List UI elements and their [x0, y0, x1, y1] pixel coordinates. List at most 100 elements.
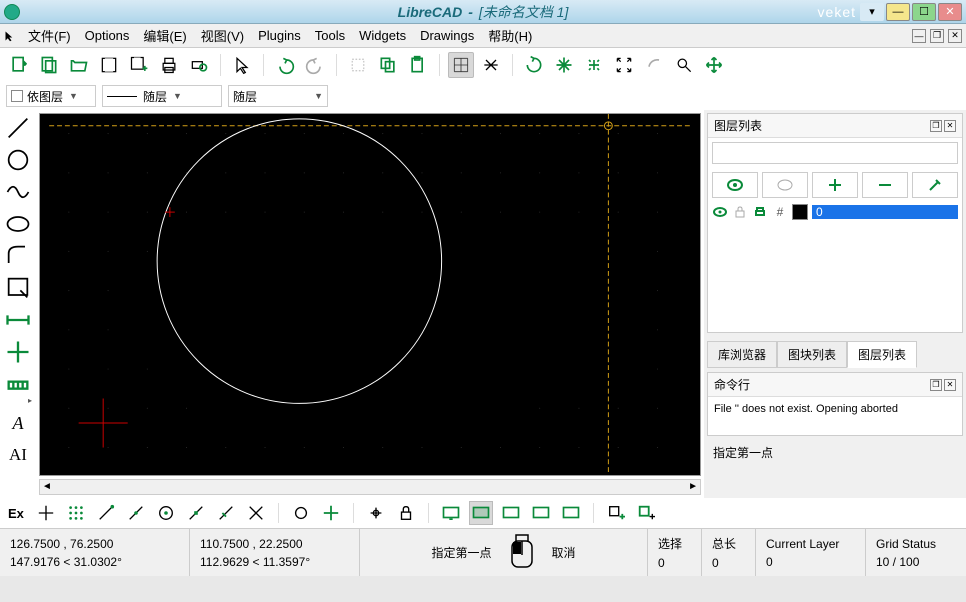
grid-label: Grid Status: [876, 537, 956, 551]
color-selector[interactable]: 依图层▼: [6, 85, 96, 107]
select-window-tool[interactable]: [4, 274, 32, 302]
print-preview-button[interactable]: [186, 52, 212, 78]
layer-name[interactable]: 0: [812, 205, 958, 219]
panel-undock-button[interactable]: ❐: [930, 120, 942, 132]
copy-button[interactable]: [375, 52, 401, 78]
menu-help[interactable]: 帮助(H): [482, 24, 538, 47]
screen4-button[interactable]: [529, 501, 553, 525]
open-file-button[interactable]: [66, 52, 92, 78]
measure-tool[interactable]: [4, 370, 32, 398]
cmd-close-button[interactable]: ✕: [944, 379, 956, 391]
panel-close-button[interactable]: ✕: [944, 120, 956, 132]
window-close-button[interactable]: ✕: [938, 3, 962, 21]
layer-color-swatch[interactable]: [792, 204, 808, 220]
layer-hide-all-button[interactable]: [762, 172, 808, 198]
mdi-close-button[interactable]: ✕: [948, 29, 962, 43]
draft-mode-button[interactable]: [478, 52, 504, 78]
menu-drawings[interactable]: Drawings: [414, 26, 480, 45]
zoom-redraw-button[interactable]: [521, 52, 547, 78]
layer-construct-icon[interactable]: #: [772, 204, 788, 220]
dimension-tool[interactable]: [4, 306, 32, 334]
window-minimize-button[interactable]: —: [886, 3, 910, 21]
relative-zero-button[interactable]: [364, 501, 388, 525]
layer-add-button[interactable]: [812, 172, 858, 198]
modify-tool[interactable]: [4, 338, 32, 366]
screen3-button[interactable]: [499, 501, 523, 525]
zoom-pan-button[interactable]: [701, 52, 727, 78]
layer-show-all-button[interactable]: [712, 172, 758, 198]
grid-toggle-button[interactable]: [448, 52, 474, 78]
status-cancel: 取消: [552, 544, 576, 561]
polyline-tool[interactable]: [4, 242, 32, 270]
snap-intersection-button[interactable]: [244, 501, 268, 525]
snap-distance-button[interactable]: [214, 501, 238, 525]
screen2-button[interactable]: [469, 501, 493, 525]
menu-view[interactable]: 视图(V): [195, 24, 250, 47]
screen1-button[interactable]: [439, 501, 463, 525]
restrict-ortho-button[interactable]: [319, 501, 343, 525]
horizontal-scrollbar[interactable]: [39, 479, 701, 495]
text-tool[interactable]: AI: [4, 441, 32, 469]
layer-print-icon[interactable]: [752, 204, 768, 220]
save-button[interactable]: [96, 52, 122, 78]
screen5-button[interactable]: [559, 501, 583, 525]
restrict-nothing-button[interactable]: [289, 501, 313, 525]
zoom-auto-button[interactable]: [611, 52, 637, 78]
mdi-minimize-button[interactable]: —: [912, 29, 926, 43]
zoom-in-button[interactable]: [551, 52, 577, 78]
tab-library[interactable]: 库浏览器: [707, 341, 777, 368]
linetype-selector[interactable]: 随层▼: [102, 85, 222, 107]
tab-blocks[interactable]: 图块列表: [777, 341, 847, 368]
window-dropdown-button[interactable]: ▾: [860, 3, 884, 21]
snap-middle-button[interactable]: [184, 501, 208, 525]
ex-label[interactable]: Ex: [8, 506, 24, 521]
snap-on-entity-button[interactable]: [124, 501, 148, 525]
layer-row-0[interactable]: # 0: [708, 202, 962, 222]
redo-button[interactable]: [302, 52, 328, 78]
menu-file[interactable]: 文件(F): [22, 24, 77, 47]
add-block-button[interactable]: [604, 501, 628, 525]
canvas-area: [36, 110, 704, 498]
window-maximize-button[interactable]: ☐: [912, 3, 936, 21]
zoom-window-button[interactable]: [671, 52, 697, 78]
layer-remove-button[interactable]: [862, 172, 908, 198]
tab-layers[interactable]: 图层列表: [847, 341, 917, 368]
lineweight-selector[interactable]: 随层▼: [228, 85, 328, 107]
menu-widgets[interactable]: Widgets: [353, 26, 412, 45]
zoom-prev-button[interactable]: [641, 52, 667, 78]
menu-tools[interactable]: Tools: [309, 26, 351, 45]
main-toolbar: [0, 48, 966, 82]
menu-edit[interactable]: 编辑(E): [137, 24, 192, 47]
paste-button[interactable]: [405, 52, 431, 78]
zoom-out-button[interactable]: [581, 52, 607, 78]
ellipse-tool[interactable]: [4, 210, 32, 238]
new-file-button[interactable]: [6, 52, 32, 78]
print-button[interactable]: [156, 52, 182, 78]
lock-relative-button[interactable]: [394, 501, 418, 525]
save-as-button[interactable]: [126, 52, 152, 78]
rel-coord: 110.7500 , 22.2500: [200, 537, 349, 551]
layer-lock-icon[interactable]: [732, 204, 748, 220]
snap-center-button[interactable]: [154, 501, 178, 525]
mtext-tool[interactable]: A: [4, 409, 32, 437]
snap-grid-button[interactable]: [64, 501, 88, 525]
layer-visible-icon[interactable]: [712, 204, 728, 220]
layer-edit-button[interactable]: [912, 172, 958, 198]
layer-filter-input[interactable]: [712, 142, 958, 164]
curve-tool[interactable]: [4, 178, 32, 206]
add-block2-button[interactable]: [634, 501, 658, 525]
mdi-restore-button[interactable]: ❐: [930, 29, 944, 43]
menu-options[interactable]: Options: [79, 26, 136, 45]
cmd-undock-button[interactable]: ❐: [930, 379, 942, 391]
new-from-template-button[interactable]: [36, 52, 62, 78]
line-tool[interactable]: [4, 114, 32, 142]
snap-free-button[interactable]: [34, 501, 58, 525]
snap-endpoint-button[interactable]: [94, 501, 118, 525]
select-button[interactable]: [229, 52, 255, 78]
left-toolbar: ▸ A AI: [0, 110, 36, 498]
circle-tool[interactable]: [4, 146, 32, 174]
drawing-canvas[interactable]: [39, 113, 701, 476]
undo-button[interactable]: [272, 52, 298, 78]
cut-button[interactable]: [345, 52, 371, 78]
menu-plugins[interactable]: Plugins: [252, 26, 307, 45]
